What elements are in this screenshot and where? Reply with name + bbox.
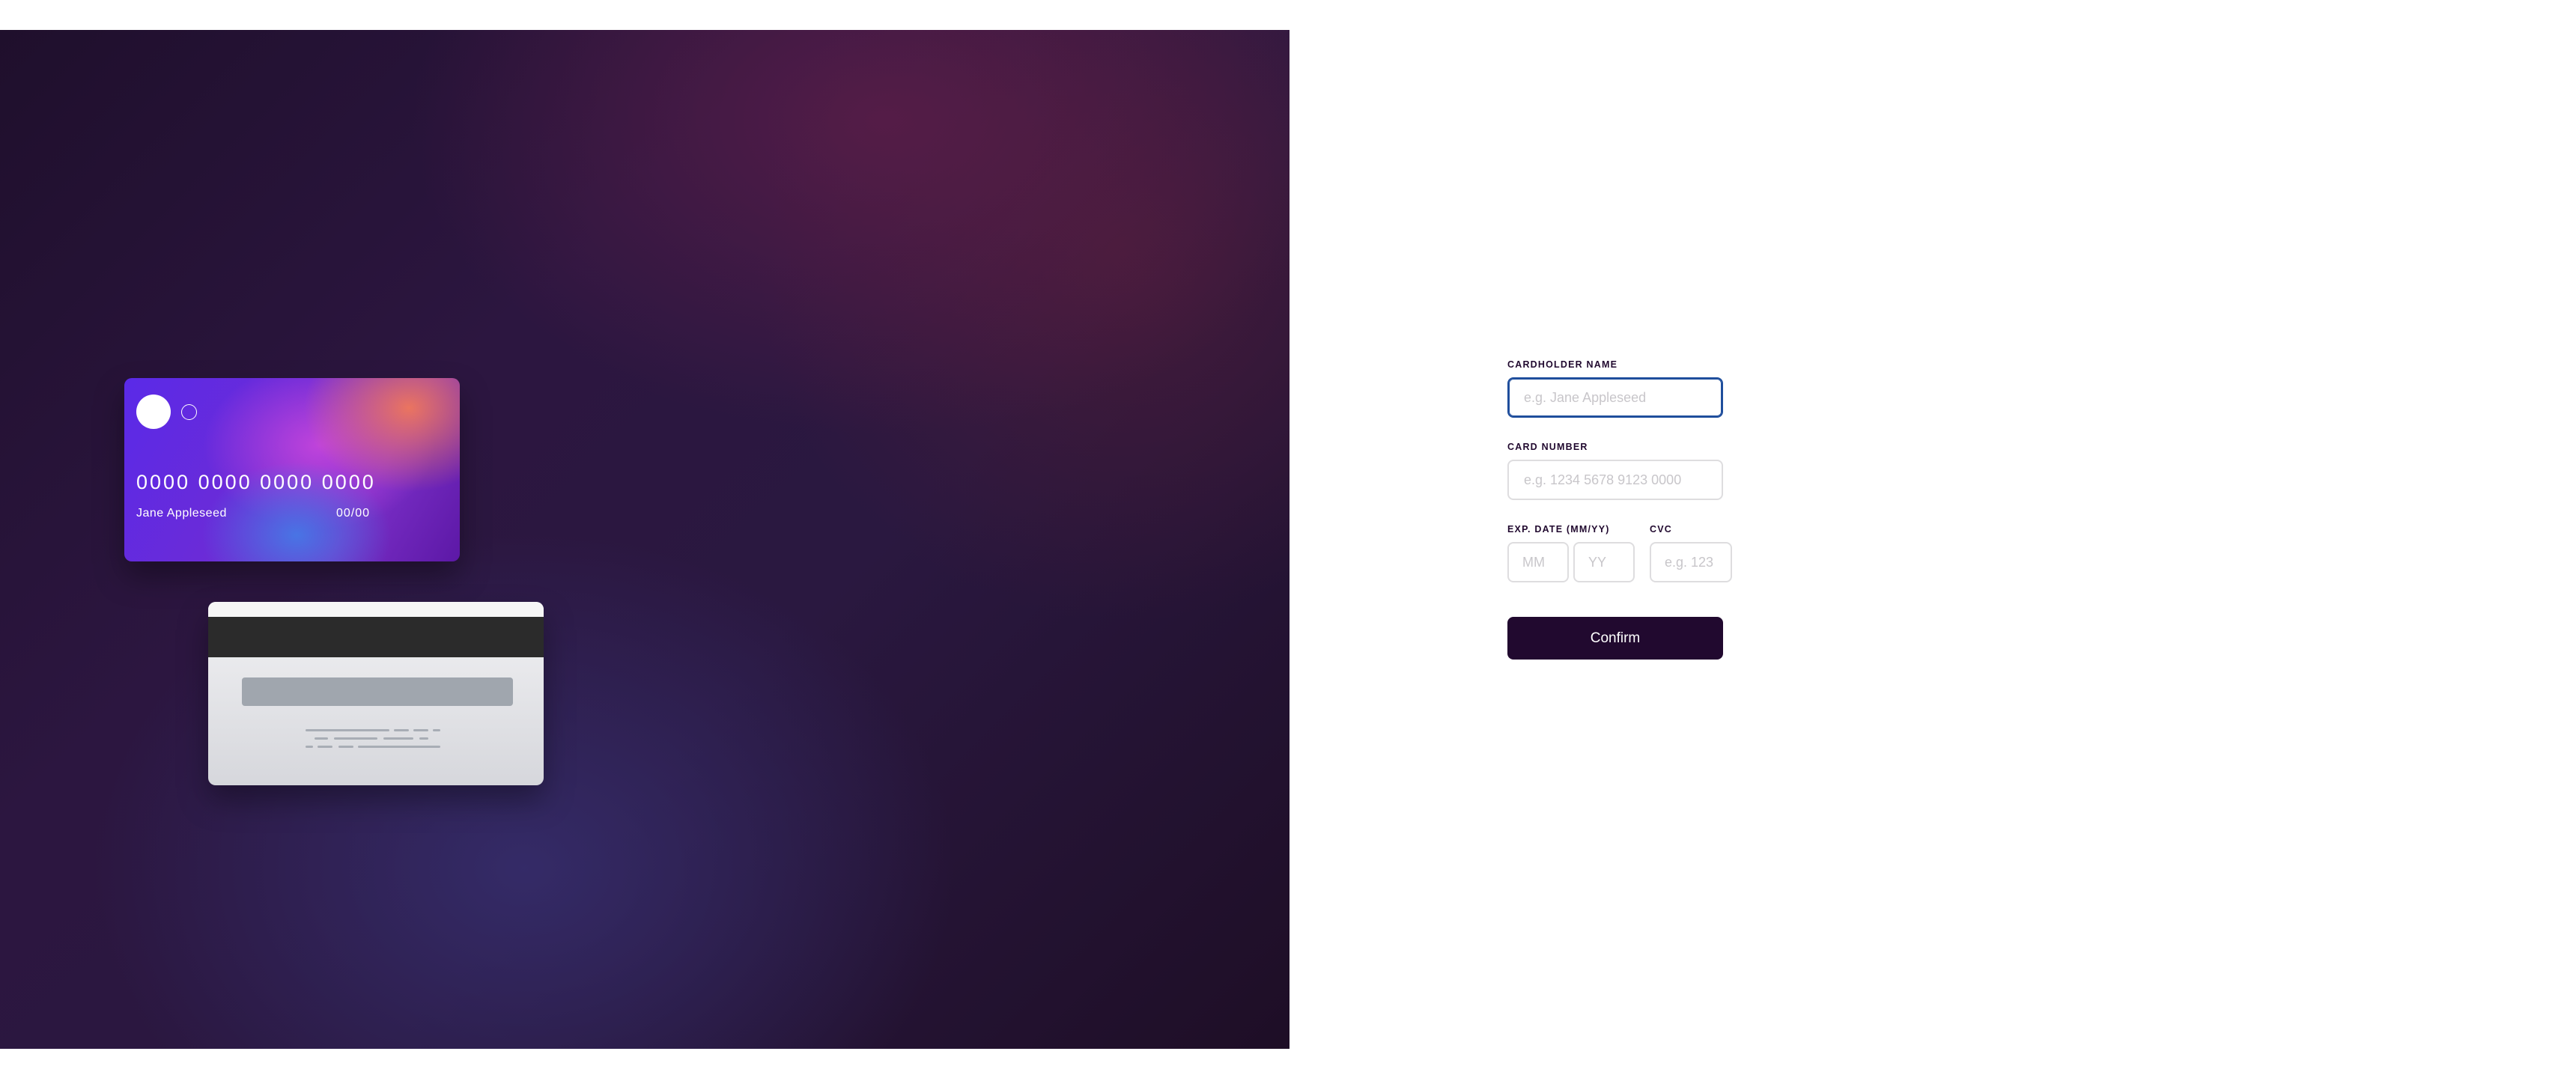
card-logo-ring-icon: [181, 404, 197, 420]
cvc-input[interactable]: [1650, 542, 1732, 582]
card-expiry-display: 00/00: [335, 507, 370, 520]
card-front-preview: 0000 0000 0000 0000 Jane Appleseed 00/00: [124, 378, 460, 561]
cvc-label: CVC: [1650, 524, 1672, 535]
card-number-input[interactable]: [1507, 460, 1723, 500]
card-number-field-group: Card Number: [1507, 442, 1732, 500]
signature-panel: [242, 677, 513, 706]
cardholder-name-display: Jane Appleseed: [136, 507, 227, 520]
card-back-top-strip: [208, 602, 544, 617]
expiry-field-group: Exp. Date (MM/YY): [1507, 524, 1650, 582]
cardholder-name-input[interactable]: [1507, 377, 1723, 418]
expiry-month-input[interactable]: [1507, 542, 1569, 582]
card-details-form: Cardholder Name Card Number Exp. Date (M…: [1507, 359, 1732, 660]
card-logo-circle-icon: [136, 395, 171, 429]
card-back-fine-print: [306, 729, 455, 752]
card-number-display: 0000 0000 0000 0000: [136, 471, 376, 493]
cardholder-field-group: Cardholder Name: [1507, 359, 1732, 418]
card-number-label: Card Number: [1507, 442, 1588, 452]
decorative-background-panel: 0000 0000 0000 0000 Jane Appleseed 00/00: [0, 30, 1289, 1049]
expiry-year-input[interactable]: [1573, 542, 1635, 582]
expiry-date-label: Exp. Date (MM/YY): [1507, 524, 1610, 535]
card-back-preview: [208, 602, 544, 785]
confirm-button[interactable]: Confirm: [1507, 617, 1723, 660]
expiry-cvc-row: Exp. Date (MM/YY) CVC: [1507, 524, 1732, 582]
cvc-field-group: CVC: [1650, 524, 1732, 582]
cardholder-name-label: Cardholder Name: [1507, 359, 1618, 370]
magnetic-stripe: [208, 617, 544, 657]
